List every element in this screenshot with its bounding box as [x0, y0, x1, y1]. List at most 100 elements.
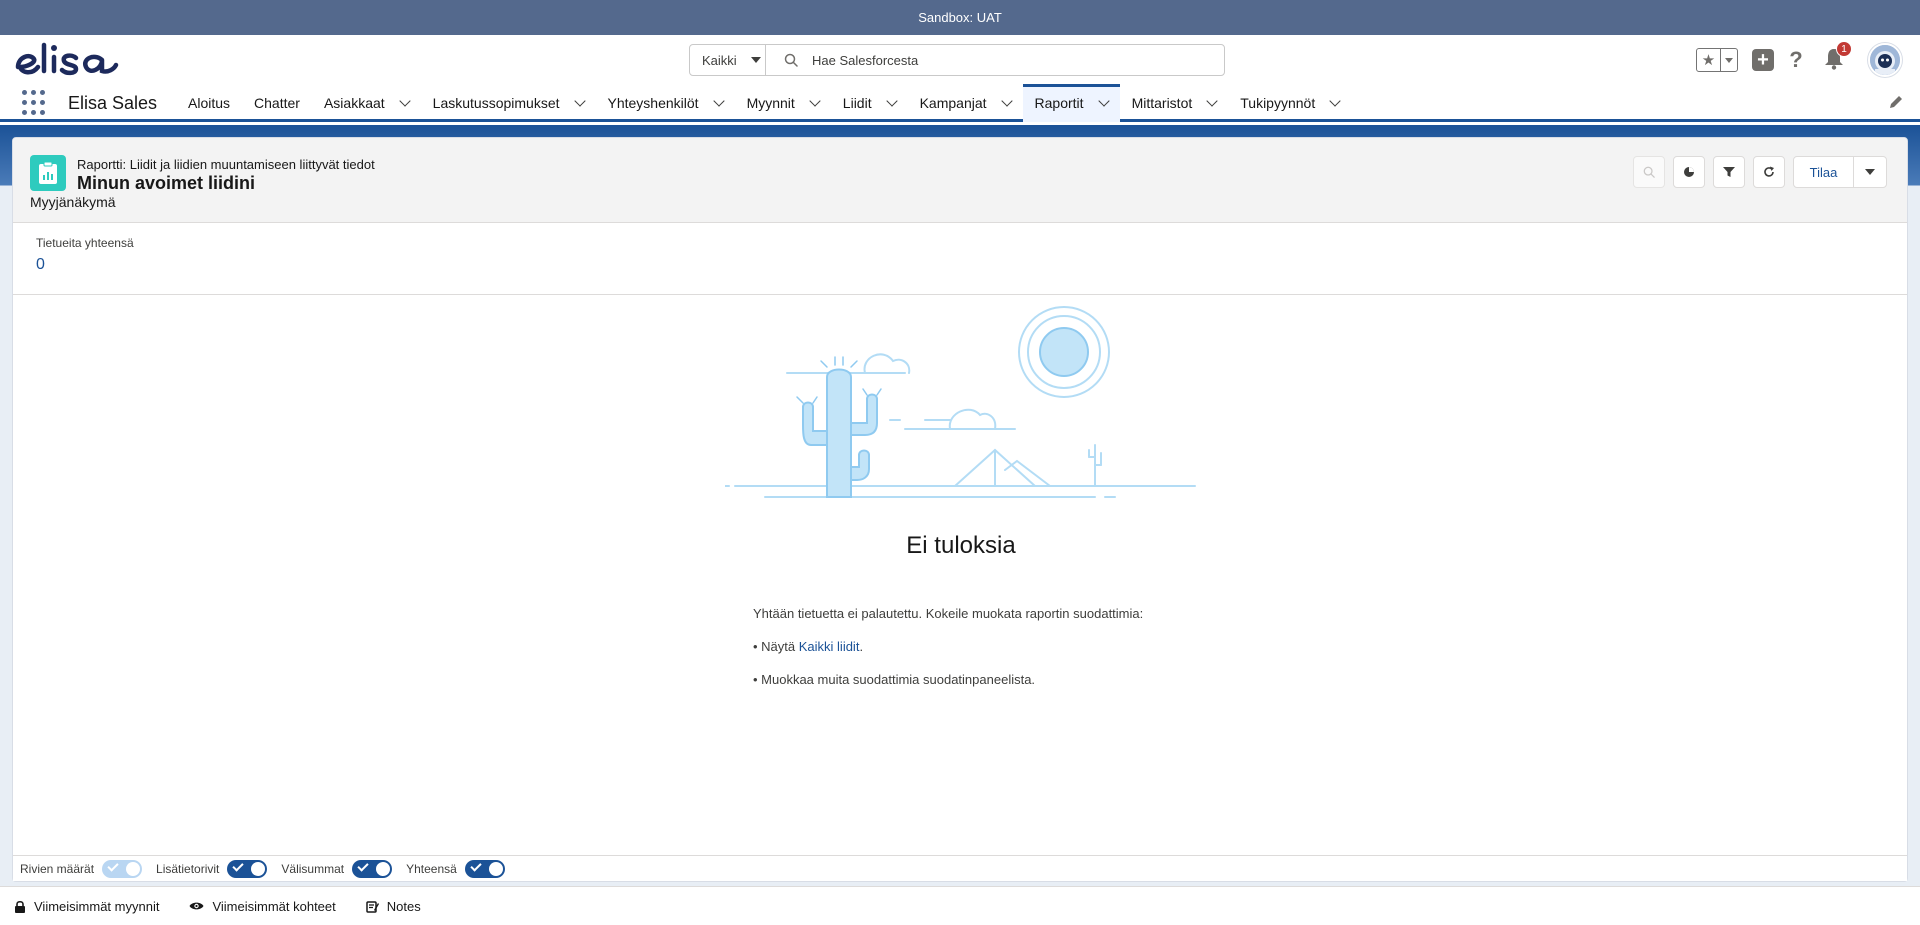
utility-recent-opportunities[interactable]: Viimeisimmät myynnit — [14, 899, 159, 914]
utility-bar: Viimeisimmät myynnit Viimeisimmät kohtee… — [0, 886, 1920, 925]
nav-item-label: Kampanjat — [919, 95, 987, 111]
chevron-down-icon[interactable] — [885, 95, 898, 107]
nav-item-label: Raportit — [1034, 95, 1084, 111]
empty-state-bullet-show-all: • Näytä Kaikki liidit. — [753, 639, 863, 654]
report-summary: Tietueita yhteensä 0 — [13, 223, 1907, 295]
chevron-down-icon[interactable] — [398, 95, 411, 107]
nav-item-label: Yhteyshenkilöt — [607, 95, 699, 111]
nav-item-asiakkaat[interactable]: Asiakkaat — [312, 84, 421, 122]
sandbox-label: Sandbox: UAT — [918, 10, 1002, 25]
report-card: Raportti: Liidit ja liidien muuntamiseen… — [12, 137, 1908, 882]
header-actions: ★ + ? 1 — [1696, 41, 1902, 78]
edit-nav-pencil-icon[interactable] — [1888, 94, 1904, 110]
toggle-label: Rivien määrät — [20, 861, 95, 876]
global-actions-add-icon[interactable]: + — [1752, 49, 1774, 71]
report-header: Raportti: Liidit ja liidien muuntamiseen… — [13, 138, 1907, 223]
nav-item-label: Asiakkaat — [323, 95, 385, 111]
elisa-logo[interactable] — [14, 37, 124, 82]
chart-button[interactable] — [1673, 156, 1705, 188]
utility-label: Notes — [386, 898, 421, 914]
bullet-prefix: • Näytä — [753, 639, 799, 654]
chevron-down-icon[interactable] — [1097, 95, 1110, 107]
pie-chart-icon — [1684, 167, 1694, 177]
nav-item-kampanjat[interactable]: Kampanjat — [908, 84, 1023, 122]
chevron-down-icon — [1725, 57, 1733, 63]
notifications-button[interactable]: 1 — [1822, 41, 1852, 72]
detail-rows-toggle[interactable] — [227, 859, 268, 878]
refresh-icon — [1764, 166, 1774, 177]
refresh-button[interactable] — [1753, 156, 1785, 188]
search-icon — [784, 53, 798, 67]
chevron-down-icon — [1865, 169, 1875, 175]
nav-item-label: Chatter — [254, 95, 300, 111]
nav-item-laskutussopimukset[interactable]: Laskutussopimukset — [421, 84, 596, 122]
nav-item-tukipyynnot[interactable]: Tukipyynnöt — [1228, 84, 1351, 122]
empty-state-title: Ei tuloksia — [906, 532, 1016, 559]
chevron-down-icon[interactable] — [712, 95, 725, 107]
utility-label: Viimeisimmät kohteet — [212, 898, 336, 914]
detail-rows-toggle-item: Lisätietorivit — [156, 859, 268, 878]
sandbox-banner: Sandbox: UAT — [0, 0, 1920, 35]
user-avatar[interactable] — [1868, 43, 1902, 77]
nav-item-liidit[interactable]: Liidit — [831, 84, 908, 122]
nav-item-raportit[interactable]: Raportit — [1022, 84, 1120, 122]
filter-icon — [1723, 167, 1735, 177]
chevron-down-icon[interactable] — [573, 95, 586, 107]
nav-item-myynnit[interactable]: Myynnit — [735, 84, 831, 122]
favorites-star-icon[interactable]: ★ — [1697, 49, 1721, 71]
toggle-label: Välisummat — [281, 861, 345, 876]
nav-item-label: Tukipyynnöt — [1240, 95, 1316, 111]
app-name: Elisa Sales — [68, 93, 158, 113]
subtotals-toggle[interactable] — [352, 859, 393, 878]
search-report-button[interactable] — [1633, 156, 1665, 188]
total-records-value: 0 — [36, 256, 45, 273]
total-records-label: Tietueita yhteensä — [36, 236, 134, 250]
row-counts-toggle[interactable] — [102, 859, 143, 878]
subscribe-button[interactable]: Tilaa — [1794, 157, 1854, 187]
report-subtitle: Myyjänäkymä — [30, 194, 116, 210]
chevron-down-icon[interactable] — [1329, 95, 1341, 107]
utility-notes[interactable]: Notes — [366, 899, 421, 914]
all-leads-link[interactable]: Kaikki liidit — [799, 639, 860, 654]
nav-item-mittaristot[interactable]: Mittaristot — [1120, 84, 1229, 122]
search-scope-select[interactable]: Kaikki — [690, 45, 766, 75]
app-launcher-icon[interactable] — [22, 90, 48, 116]
nav-item-label: Liidit — [842, 95, 872, 111]
chevron-down-icon[interactable] — [1000, 95, 1013, 107]
utility-recent-items[interactable]: Viimeisimmät kohteet — [189, 898, 336, 914]
chevron-down-icon[interactable] — [809, 95, 821, 107]
grand-total-toggle-item: Yhteensä — [406, 859, 505, 878]
favorites-menu-button[interactable] — [1721, 49, 1737, 71]
toggle-label: Yhteensä — [406, 861, 457, 876]
nav-item-label: Aloitus — [188, 95, 231, 111]
subscribe-group: Tilaa — [1793, 156, 1887, 188]
search-input[interactable] — [812, 52, 1212, 68]
nav-item-yhteyshenkilot[interactable]: Yhteyshenkilöt — [596, 84, 735, 122]
desert-illustration — [725, 306, 1196, 498]
bullet-suffix: . — [859, 639, 864, 654]
more-actions-button[interactable] — [1854, 157, 1886, 187]
row-counts-toggle-item: Rivien määrät — [20, 859, 143, 878]
nav-item-chatter[interactable]: Chatter — [242, 84, 312, 122]
chevron-down-icon — [750, 57, 761, 63]
notification-badge: 1 — [1836, 41, 1852, 57]
nav-item-label: Myynnit — [746, 95, 795, 111]
report-toolbar: Tilaa — [1625, 156, 1887, 188]
chevron-down-icon[interactable] — [1206, 95, 1218, 107]
nav-item-aloitus[interactable]: Aloitus — [176, 84, 242, 122]
search-icon — [1643, 166, 1655, 178]
astro-avatar-icon — [1870, 45, 1900, 75]
lock-icon — [15, 900, 25, 913]
help-icon[interactable]: ? — [1784, 48, 1808, 72]
subtotals-toggle-item: Välisummat — [281, 859, 393, 878]
eye-icon — [189, 902, 204, 910]
filter-button[interactable] — [1713, 156, 1745, 188]
nav-item-label: Mittaristot — [1131, 95, 1193, 111]
utility-label: Viimeisimmät myynnit — [34, 898, 160, 914]
report-icon — [30, 155, 66, 191]
grand-total-toggle[interactable] — [464, 859, 505, 878]
report-type-label: Raportti: Liidit ja liidien muuntamiseen… — [77, 157, 375, 172]
empty-state-description: Yhtään tietuetta ei palautettu. Kokeile … — [753, 606, 1144, 621]
global-search: Kaikki — [689, 44, 1225, 76]
report-title: Minun avoimet liidini — [77, 173, 256, 193]
